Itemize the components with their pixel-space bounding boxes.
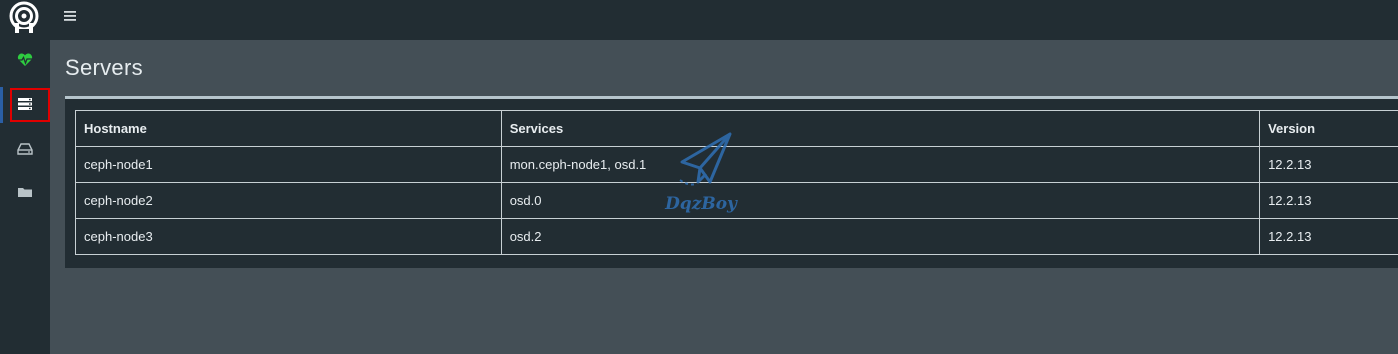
- services-cell: osd.2: [500, 218, 1261, 255]
- sidebar-item-block[interactable]: [0, 132, 50, 168]
- hard-drive-icon: [17, 143, 33, 155]
- column-header-services[interactable]: Services: [500, 110, 1261, 147]
- sidebar-item-filesystems[interactable]: [0, 175, 50, 211]
- version-cell: 12.2.13: [1259, 182, 1398, 219]
- version-cell: 12.2.13: [1259, 218, 1398, 255]
- column-header-version[interactable]: Version: [1259, 110, 1398, 147]
- ceph-logo-icon[interactable]: [6, 1, 42, 35]
- watermark: DqzBoy: [662, 130, 740, 222]
- sidebar: [0, 0, 50, 354]
- page-title: Servers: [65, 55, 143, 80]
- paper-plane-icon: [679, 132, 732, 186]
- watermark-text: DqzBoy: [665, 194, 737, 214]
- top-bar: [0, 0, 1398, 40]
- hostname-cell: ceph-node1: [75, 146, 502, 183]
- table-row[interactable]: ceph-node3 osd.2 12.2.13: [75, 218, 1398, 255]
- active-indicator: [0, 87, 3, 123]
- version-cell: 12.2.13: [1259, 146, 1398, 183]
- services-cell: osd.0: [500, 182, 1261, 219]
- sidebar-item-health[interactable]: [0, 43, 50, 79]
- column-header-hostname[interactable]: Hostname: [75, 110, 502, 147]
- folder-icon: [18, 188, 32, 197]
- hamburger-icon[interactable]: [64, 9, 80, 25]
- heartbeat-icon: [17, 53, 33, 66]
- sidebar-item-servers[interactable]: [0, 87, 50, 123]
- server-list-icon: [18, 98, 32, 110]
- services-cell: mon.ceph-node1, osd.1: [500, 146, 1261, 183]
- hostname-cell: ceph-node3: [75, 218, 502, 255]
- hostname-cell: ceph-node2: [75, 182, 502, 219]
